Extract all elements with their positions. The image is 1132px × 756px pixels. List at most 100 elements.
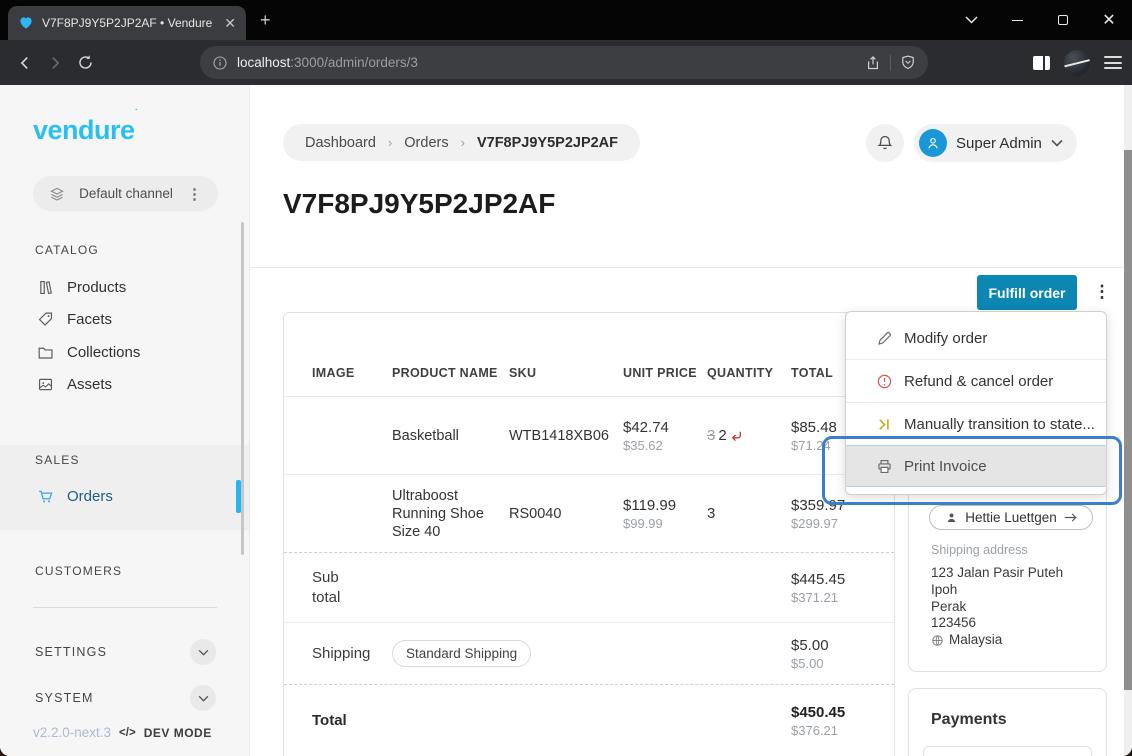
transition-icon [876, 416, 893, 433]
sidebar-toggle-icon[interactable] [1033, 56, 1050, 70]
order-lines-table: IMAGE PRODUCT NAME SKU UNIT PRICE QUANTI… [283, 312, 895, 756]
channel-selector[interactable]: Default channel ⋮ [33, 176, 218, 211]
brave-shield-icon[interactable] [900, 54, 916, 71]
divider [890, 55, 891, 71]
shipping-address: 123 Jalan Pasir Puteh Ipoh Perak 123456 … [931, 565, 1063, 649]
product-sku: WTB1418XB06 [509, 428, 623, 444]
subtotal-value: $445.45 [791, 571, 894, 588]
menu-item-transition-state[interactable]: Manually transition to state... [846, 403, 1106, 445]
shipping-method-chip[interactable]: Standard Shipping [392, 640, 531, 667]
total-row: Total $450.45 $376.21 [284, 685, 894, 756]
customer-link-button[interactable]: Hettie Luettgen [929, 505, 1093, 530]
favicon-vendure-icon [18, 15, 34, 31]
browser-profile-avatar[interactable] [1064, 50, 1090, 76]
column-header-unit-price: UNIT PRICE [623, 366, 707, 380]
notifications-button[interactable] [866, 124, 904, 162]
window-minimize-button[interactable] [994, 0, 1040, 40]
shipping-net: $5.00 [791, 656, 894, 671]
breadcrumb-dashboard[interactable]: Dashboard [305, 135, 376, 151]
more-actions-button[interactable]: ⋮ [1092, 277, 1112, 307]
menu-item-label: Manually transition to state... [904, 416, 1095, 433]
sidebar-item-products[interactable]: Products [0, 272, 249, 302]
breadcrumb-orders[interactable]: Orders [404, 135, 448, 151]
sidebar-item-facets[interactable]: Facets [0, 304, 249, 334]
unit-price: $119.99 [623, 497, 707, 514]
vendure-admin-app: vendure˙ Default channel ⋮ CATALOG Produ… [0, 85, 1132, 756]
order-actions-dropdown: Modify order Refund & cancel order Manua… [845, 311, 1107, 495]
window-close-button[interactable]: ✕ [1086, 0, 1132, 40]
table-row: Ultraboost Running Shoe Size 40 RS0040 $… [284, 475, 894, 553]
assets-icon [37, 376, 54, 393]
share-icon[interactable] [865, 54, 881, 71]
page-title: V7F8PJ9Y5P2JP2AF [283, 188, 555, 220]
table-row: Basketball WTB1418XB06 $42.74 $35.62 32 … [284, 397, 894, 475]
shipping-address-label: Shipping address [931, 543, 1028, 557]
quantity-cell: 3 [707, 505, 791, 522]
user-menu[interactable]: Super Admin [914, 124, 1077, 162]
settings-expand-button[interactable] [190, 639, 216, 665]
window-maximize-button[interactable] [1040, 0, 1086, 40]
order-total-cell: $450.45 $376.21 [791, 704, 894, 738]
section-label-system: SYSTEM [35, 691, 190, 705]
sidebar-item-label: Facets [67, 311, 112, 328]
browser-navbar: localhost:3000/admin/orders/3 [0, 40, 1132, 85]
menu-item-refund-cancel[interactable]: Refund & cancel order [846, 360, 1106, 402]
version-row: v2.2.0-next.3 </> DEV MODE [33, 725, 212, 740]
sidebar-section-settings[interactable]: SETTINGS [0, 637, 249, 667]
sidebar-divider [33, 607, 217, 608]
address-line: Perak [931, 599, 1063, 616]
sidebar-item-assets[interactable]: Assets [0, 369, 249, 399]
menu-item-modify-order[interactable]: Modify order [846, 317, 1106, 359]
vendure-logo[interactable]: vendure˙ [33, 115, 138, 146]
unit-price-cell: $42.74 $35.62 [623, 419, 707, 453]
tab-close-icon[interactable]: ✕ [224, 16, 236, 30]
system-expand-button[interactable] [190, 685, 216, 711]
line-total-net: $299.97 [791, 516, 894, 531]
shipping-row: Shipping Standard Shipping $5.00 $5.00 [284, 623, 894, 685]
browser-menu-icon[interactable] [1104, 56, 1122, 69]
bell-icon [876, 134, 894, 152]
site-info-icon[interactable] [212, 55, 228, 71]
menu-item-print-invoice[interactable]: Print Invoice [846, 445, 1106, 487]
window-menu-chevron-icon[interactable] [948, 0, 994, 40]
unit-price-net: $35.62 [623, 438, 707, 453]
main-content: Dashboard › Orders › V7F8PJ9Y5P2JP2AF Su… [250, 85, 1132, 756]
new-tab-button[interactable]: + [260, 12, 271, 28]
column-header-quantity: QUANTITY [707, 366, 791, 380]
sidebar-item-orders[interactable]: Orders [0, 481, 249, 511]
breadcrumb: Dashboard › Orders › V7F8PJ9Y5P2JP2AF [283, 124, 640, 161]
unit-price-cell: $119.99 $99.99 [623, 497, 707, 531]
section-label-settings: SETTINGS [35, 645, 190, 659]
reload-button[interactable] [70, 48, 100, 78]
sidebar-scrollbar-thumb[interactable] [241, 222, 244, 555]
sidebar-item-collections[interactable]: Collections [0, 337, 249, 367]
subtotal-cell: $445.45 $371.21 [791, 571, 894, 605]
alert-circle-icon [876, 373, 893, 390]
page-scrollbar-thumb[interactable] [1124, 150, 1132, 690]
address-line: Ipoh [931, 582, 1063, 599]
tab-title: V7F8PJ9Y5P2JP2AF • Vendure [42, 16, 216, 30]
address-line: 123456 [931, 615, 1063, 632]
back-button[interactable] [10, 48, 40, 78]
url-text[interactable]: localhost:3000/admin/orders/3 [237, 55, 856, 70]
url-path: :3000/admin/orders/3 [290, 55, 418, 70]
globe-icon [931, 634, 944, 647]
sidebar-item-label: Products [67, 279, 126, 296]
unit-price: $42.74 [623, 419, 707, 436]
page-scrollbar[interactable] [1124, 85, 1132, 756]
channel-menu-icon[interactable]: ⋮ [187, 185, 202, 203]
sidebar-section-system[interactable]: SYSTEM [0, 683, 249, 713]
quantity-new: 2 [718, 427, 726, 444]
code-icon: </> [119, 727, 136, 739]
menu-item-label: Print Invoice [904, 458, 987, 475]
browser-tab[interactable]: V7F8PJ9Y5P2JP2AF • Vendure ✕ [8, 6, 246, 40]
menu-item-label: Modify order [904, 330, 987, 347]
sidebar-item-label: Collections [67, 344, 140, 361]
fulfill-order-button[interactable]: Fulfill order [977, 275, 1077, 310]
quantity-modified-icon [729, 430, 743, 443]
header-divider [250, 267, 1132, 268]
forward-button[interactable] [40, 48, 70, 78]
arrow-right-icon [1064, 512, 1077, 523]
dev-mode-label[interactable]: DEV MODE [144, 726, 212, 740]
url-bar[interactable]: localhost:3000/admin/orders/3 [200, 46, 928, 79]
